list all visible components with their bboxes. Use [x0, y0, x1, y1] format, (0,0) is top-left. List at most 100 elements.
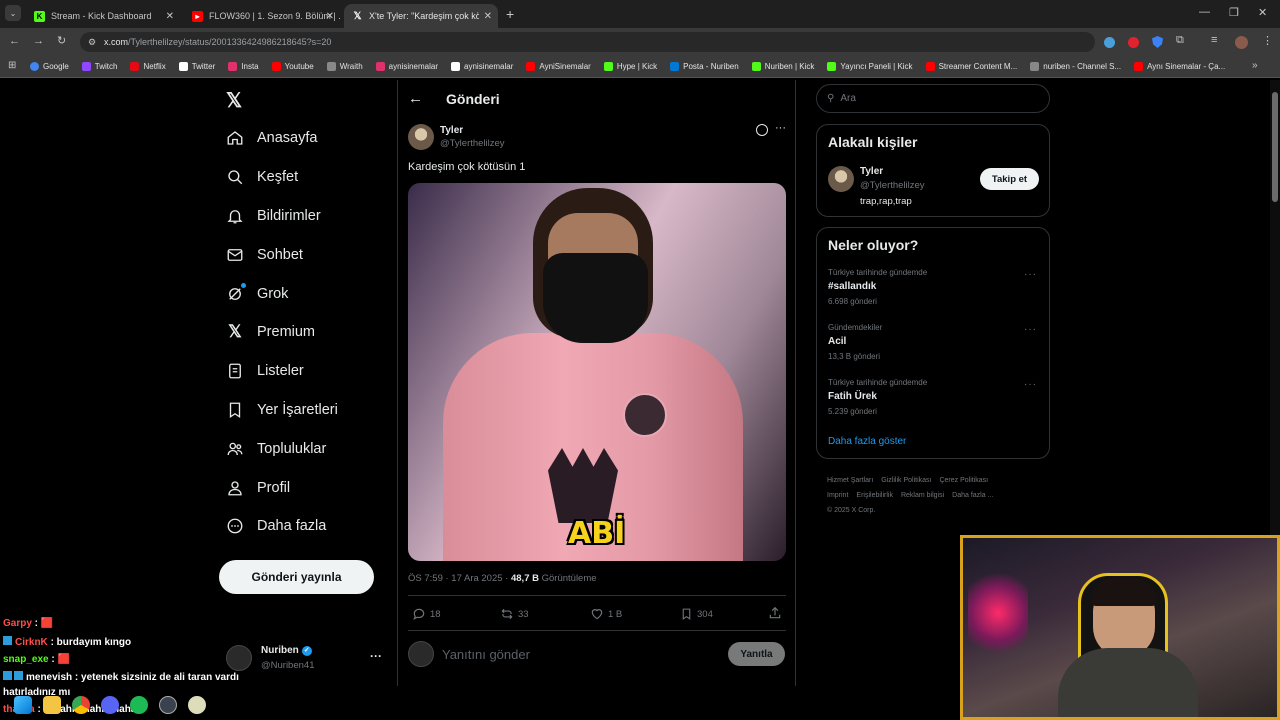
author-handle[interactable]: @Tylerthelilzey — [440, 138, 505, 149]
media-icon[interactable]: ≡ — [1211, 34, 1217, 46]
tab-kick-dashboard[interactable]: K Stream - Kick Dashboard ✕ — [26, 4, 180, 28]
bookmark-item[interactable]: Youtube — [271, 62, 314, 71]
steam-icon[interactable] — [159, 696, 177, 714]
extension-icon[interactable] — [1104, 37, 1115, 48]
sidebar-item-home[interactable]: Anasayfa — [226, 119, 396, 158]
bookmark-item[interactable]: Insta — [228, 62, 259, 71]
tab-search-button[interactable]: ⌄ — [5, 5, 21, 21]
spotify-icon[interactable] — [130, 696, 148, 714]
close-tab-icon[interactable]: ✕ — [326, 11, 334, 22]
bookmark-item[interactable]: Posta - Nuriben — [670, 62, 739, 71]
share-icon[interactable] — [768, 606, 782, 625]
avatar[interactable] — [1235, 36, 1248, 49]
footer-link[interactable]: Reklam bilgisi — [901, 492, 944, 499]
forward-button[interactable]: → — [33, 35, 44, 47]
search-input[interactable]: ⚲ Ara — [816, 84, 1050, 113]
shield-icon[interactable] — [1152, 36, 1163, 48]
bookmark-item[interactable]: Streamer Content M... — [925, 62, 1017, 71]
bookmark-item[interactable]: Hype | Kick — [603, 62, 657, 71]
tab-x-post[interactable]: 𝕏 X'te Tyler: "Kardeşim çok kö... ✕ — [344, 4, 498, 28]
bookmark-item[interactable]: AyniSinemalar — [526, 62, 591, 71]
file-explorer-icon[interactable] — [43, 696, 61, 714]
x-logo-icon[interactable]: 𝕏 — [226, 88, 242, 113]
footer-link[interactable]: Gizlilik Politikası — [881, 477, 931, 484]
bookmark-stat[interactable]: 304 — [680, 607, 713, 621]
reply-input[interactable]: Yanıtını gönder — [442, 647, 712, 662]
maximize-button[interactable]: ❐ — [1229, 6, 1239, 19]
author-avatar[interactable] — [408, 124, 434, 150]
site-info-icon[interactable]: ⚙ — [88, 37, 96, 48]
apps-grid-icon[interactable]: ⊞ — [8, 60, 16, 71]
footer-link[interactable]: Hizmet Şartları — [827, 477, 873, 484]
more-dots-icon[interactable]: ··· — [370, 649, 382, 663]
account-switcher[interactable]: Nuriben ✓ @Nuriben41 ··· — [226, 642, 388, 676]
author-avatar[interactable] — [828, 166, 854, 192]
bookmark-item[interactable]: Twitch — [81, 62, 117, 71]
relevant-handle[interactable]: @Tylerthelilzey — [860, 180, 925, 191]
sidebar-item-profile[interactable]: Profil — [226, 468, 396, 507]
new-tab-button[interactable]: + — [506, 6, 514, 22]
bookmark-item[interactable]: Yayıncı Paneli | Kick — [827, 62, 913, 71]
bookmark-item[interactable]: nuriben - Channel S... — [1030, 62, 1121, 71]
sidebar-item-notifications[interactable]: Bildirimler — [226, 197, 396, 236]
more-dots-icon[interactable]: ··· — [1024, 269, 1037, 280]
sidebar-item-grok[interactable]: Grok — [226, 274, 396, 313]
more-bookmarks-icon[interactable]: » — [1252, 60, 1258, 71]
post-button[interactable]: Gönderi yayınla — [219, 560, 374, 594]
back-arrow-icon[interactable]: ← — [408, 90, 423, 107]
show-more-link[interactable]: Daha fazla göster — [828, 436, 906, 447]
trend-item[interactable]: Gündemdekiler Acil 13,3 B gönderi — [828, 323, 1028, 361]
bookmark-item[interactable]: Google — [30, 62, 69, 71]
webcam-overlay — [960, 535, 1280, 720]
media-crest — [623, 393, 667, 437]
bookmark-item[interactable]: Wraith — [326, 62, 363, 71]
sidebar-item-bookmarks[interactable]: Yer İşaretleri — [226, 391, 396, 430]
discord-icon[interactable] — [101, 696, 119, 714]
more-dots-icon[interactable]: ··· — [775, 122, 786, 134]
minimize-button[interactable]: — — [1199, 6, 1210, 18]
sidebar-item-lists[interactable]: Listeler — [226, 352, 396, 391]
more-dots-icon[interactable]: ··· — [1024, 379, 1037, 390]
extensions-puzzle-icon[interactable]: ⧉ — [1176, 34, 1184, 47]
like-stat[interactable]: 1 B — [590, 607, 622, 621]
bookmark-item[interactable]: aynisinemalar — [375, 62, 438, 71]
bookmark-item[interactable]: Aynı Sinemalar - Ça... — [1134, 62, 1225, 71]
footer-link[interactable]: Çerez Politikası — [939, 477, 988, 484]
trend-item[interactable]: Türkiye tarihinde gündemde Fatih Ürek 5.… — [828, 378, 1028, 416]
reload-button[interactable]: ↻ — [57, 34, 66, 47]
post-media[interactable]: ABİ — [408, 183, 786, 561]
bookmark-item[interactable]: Twitter — [178, 62, 215, 71]
sidebar-item-messages[interactable]: Sohbet — [226, 235, 396, 274]
follow-button[interactable]: Takip et — [980, 168, 1039, 190]
repost-stat[interactable]: 33 — [500, 607, 529, 621]
footer-link[interactable]: Erişilebilirlik — [856, 492, 893, 499]
chrome-icon[interactable] — [72, 696, 90, 714]
extension-icon[interactable] — [1128, 37, 1139, 48]
close-tab-icon[interactable]: ✕ — [484, 11, 492, 22]
scrollbar-thumb[interactable] — [1272, 92, 1278, 202]
relevant-name[interactable]: Tyler — [860, 166, 883, 177]
address-bar[interactable]: ⚙ x.com/Tylerthelilzey/status/2001336424… — [80, 32, 1095, 52]
sidebar-item-more[interactable]: Daha fazla — [226, 507, 396, 546]
footer-link[interactable]: Daha fazla ... — [952, 492, 993, 499]
windows-start-icon[interactable] — [14, 696, 32, 714]
sidebar-item-premium[interactable]: 𝕏 Premium — [226, 313, 396, 352]
reply-button[interactable]: Yanıtla — [728, 642, 785, 666]
reply-stat[interactable]: 18 — [412, 607, 441, 621]
author-name[interactable]: Tyler — [440, 125, 463, 136]
bookmark-item[interactable]: aynisinemalar — [451, 62, 513, 71]
bookmark-item[interactable]: Nuriben | Kick — [751, 62, 814, 71]
app-icon[interactable] — [188, 696, 206, 714]
grok-icon[interactable] — [756, 124, 768, 136]
back-button[interactable]: ← — [9, 35, 20, 47]
sidebar-item-communities[interactable]: Topluluklar — [226, 429, 396, 468]
tab-flow360[interactable]: ▸ FLOW360 | 1. Sezon 9. Bölüm | ... ✕ — [184, 4, 340, 28]
menu-dots-icon[interactable]: ⋮ — [1262, 34, 1273, 47]
close-tab-icon[interactable]: ✕ — [166, 11, 174, 22]
footer-link[interactable]: Imprint — [827, 492, 848, 499]
trend-item[interactable]: Türkiye tarihinde gündemde #sallandık 6.… — [828, 268, 1028, 306]
bookmark-item[interactable]: Netflix — [130, 62, 166, 71]
close-window-button[interactable]: ✕ — [1258, 6, 1267, 19]
more-dots-icon[interactable]: ··· — [1024, 324, 1037, 335]
sidebar-item-explore[interactable]: Keşfet — [226, 158, 396, 197]
